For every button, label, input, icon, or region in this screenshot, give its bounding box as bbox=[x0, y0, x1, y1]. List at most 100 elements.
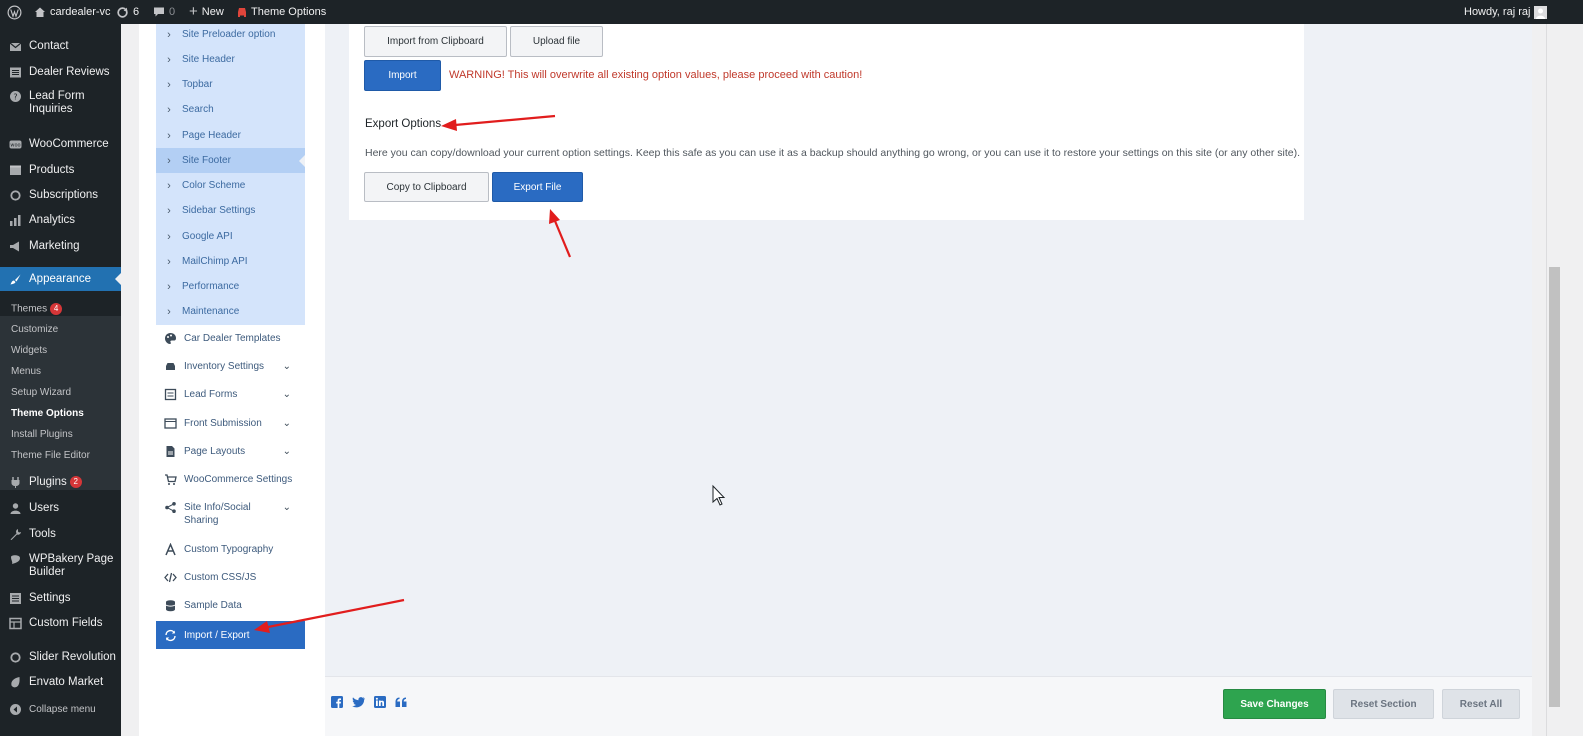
menu-contact[interactable]: Contact bbox=[0, 40, 121, 53]
facebook-icon[interactable] bbox=[331, 696, 343, 708]
plus-icon: + bbox=[189, 3, 198, 20]
nav-site-preloader-option[interactable]: › Site Preloader option bbox=[156, 22, 305, 47]
theme-options-link[interactable]: Theme Options bbox=[237, 0, 326, 24]
menu-marketing[interactable]: Marketing bbox=[0, 240, 121, 253]
sync-icon bbox=[165, 629, 176, 641]
linkedin-icon[interactable] bbox=[374, 696, 386, 708]
table-icon bbox=[9, 617, 22, 630]
nav-custom-typography[interactable]: Custom Typography bbox=[156, 543, 305, 556]
menu-subscriptions[interactable]: Subscriptions bbox=[0, 189, 121, 202]
nav-performance[interactable]: › Performance bbox=[156, 274, 305, 299]
site-name-link[interactable]: cardealer-vc bbox=[34, 0, 111, 24]
nav-lead-forms[interactable]: Lead Forms ⌄ bbox=[156, 388, 305, 401]
menu-woocommerce[interactable]: woo WooCommerce bbox=[0, 138, 121, 151]
menu-plugins[interactable]: Plugins 2 bbox=[0, 476, 121, 489]
appearance-submenu: Themes 4 Customize Widgets Menus Setup Wi… bbox=[0, 303, 121, 490]
updates-link[interactable]: 6 bbox=[116, 0, 139, 24]
menu-custom-fields[interactable]: Custom Fields bbox=[0, 617, 121, 630]
nav-sample-data[interactable]: Sample Data bbox=[156, 599, 305, 612]
chevron-down-icon: ⌄ bbox=[282, 502, 291, 513]
submenu-install-plugins[interactable]: Install Plugins bbox=[11, 429, 73, 441]
twitter-icon[interactable] bbox=[352, 696, 365, 708]
nav-search[interactable]: › Search bbox=[156, 97, 305, 122]
submenu-menus[interactable]: Menus bbox=[11, 366, 41, 378]
car-dealer-icon bbox=[238, 7, 246, 17]
new-content-link[interactable]: + New bbox=[189, 0, 224, 24]
reset-all-button[interactable]: Reset All bbox=[1442, 689, 1520, 719]
collapse-arrow-icon bbox=[10, 704, 21, 715]
chevron-right-icon: › bbox=[167, 179, 171, 192]
page-scrollbar[interactable] bbox=[1546, 24, 1566, 736]
submenu-themes[interactable]: Themes 4 bbox=[11, 303, 63, 316]
menu-dealer-reviews[interactable]: Dealer Reviews bbox=[0, 66, 121, 79]
woo-icon: woo bbox=[9, 140, 22, 149]
upload-file-button[interactable]: Upload file bbox=[510, 26, 603, 57]
themes-update-badge: 4 bbox=[50, 303, 63, 315]
collapse-menu-button[interactable]: Collapse menu bbox=[0, 703, 121, 716]
chevron-down-icon: ⌄ bbox=[282, 418, 291, 429]
menu-tools[interactable]: Tools bbox=[0, 528, 121, 541]
nav-google-api[interactable]: › Google API bbox=[156, 224, 305, 249]
nav-front-submission[interactable]: Front Submission ⌄ bbox=[156, 417, 305, 430]
chevron-right-icon: › bbox=[167, 78, 171, 91]
menu-settings[interactable]: Settings bbox=[0, 592, 121, 605]
wrench-icon bbox=[10, 529, 21, 540]
nav-car-dealer-templates[interactable]: Car Dealer Templates bbox=[156, 332, 305, 345]
plugins-update-badge: 2 bbox=[69, 476, 82, 488]
options-navigation: › Site Preloader option › Site Header › Top… bbox=[156, 24, 305, 654]
nav-page-layouts[interactable]: Page Layouts ⌄ bbox=[156, 445, 305, 458]
menu-products[interactable]: Products bbox=[0, 164, 121, 177]
comments-link[interactable]: 0 bbox=[153, 0, 175, 24]
submenu-widgets[interactable]: Widgets bbox=[11, 345, 47, 357]
submenu-theme-options[interactable]: Theme Options bbox=[11, 408, 84, 420]
home-icon bbox=[35, 7, 45, 17]
nav-inventory-settings[interactable]: Inventory Settings ⌄ bbox=[156, 360, 305, 373]
chevron-right-icon: › bbox=[167, 28, 171, 41]
refresh-icon bbox=[10, 190, 21, 201]
chevron-down-icon: ⌄ bbox=[282, 389, 291, 400]
menu-slider-revolution[interactable]: Slider Revolution bbox=[0, 651, 121, 664]
copy-to-clipboard-button[interactable]: Copy to Clipboard bbox=[364, 172, 489, 202]
nav-page-header[interactable]: › Page Header bbox=[156, 123, 305, 148]
import-button[interactable]: Import bbox=[364, 60, 441, 91]
nav-maintenance[interactable]: › Maintenance bbox=[156, 299, 305, 324]
plug-icon bbox=[11, 477, 20, 488]
chevron-right-icon: › bbox=[167, 103, 171, 116]
chevron-down-icon: ⌄ bbox=[282, 446, 291, 457]
export-file-button[interactable]: Export File bbox=[492, 172, 583, 202]
reset-section-button[interactable]: Reset Section bbox=[1333, 689, 1434, 719]
list-icon bbox=[10, 67, 21, 78]
menu-envato-market[interactable]: Envato Market bbox=[0, 676, 121, 689]
menu-wpbakery[interactable]: WPBakery Page Builder bbox=[0, 553, 121, 579]
chevron-right-icon: › bbox=[167, 305, 171, 318]
nav-site-header[interactable]: › Site Header bbox=[156, 47, 305, 72]
nav-custom-css-js[interactable]: Custom CSS/JS bbox=[156, 571, 305, 584]
nav-mailchimp-api[interactable]: › MailChimp API bbox=[156, 249, 305, 274]
menu-analytics[interactable]: Analytics bbox=[0, 214, 121, 227]
menu-appearance[interactable]: Appearance bbox=[0, 267, 121, 291]
scrollbar-thumb[interactable] bbox=[1549, 267, 1560, 707]
submenu-customize[interactable]: Customize bbox=[11, 324, 58, 336]
megaphone-icon bbox=[10, 241, 19, 252]
nav-woocommerce-settings[interactable]: WooCommerce Settings bbox=[156, 473, 305, 486]
social-links bbox=[331, 696, 407, 708]
submenu-setup-wizard[interactable]: Setup Wizard bbox=[11, 387, 71, 399]
my-account-link[interactable]: Howdy, raj raj bbox=[1464, 0, 1548, 24]
save-changes-button[interactable]: Save Changes bbox=[1223, 689, 1326, 719]
menu-lead-form-inquiries[interactable]: ? Lead Form Inquiries bbox=[0, 90, 121, 116]
wordpress-logo-icon[interactable] bbox=[7, 0, 22, 24]
submenu-theme-file-editor[interactable]: Theme File Editor bbox=[11, 450, 90, 462]
quote-icon[interactable] bbox=[395, 697, 407, 708]
avatar bbox=[1534, 5, 1548, 19]
question-icon: ? bbox=[10, 91, 21, 102]
nav-import-export[interactable]: Import / Export bbox=[156, 621, 305, 649]
theme-settings-subsections: › Site Preloader option › Site Header › Top… bbox=[156, 24, 305, 325]
nav-site-info-social-sharing[interactable]: Site Info/Social Sharing ⌄ bbox=[156, 501, 305, 527]
menu-users[interactable]: Users bbox=[0, 502, 121, 515]
nav-site-footer[interactable]: › Site Footer bbox=[156, 148, 305, 173]
nav-color-scheme[interactable]: › Color Scheme bbox=[156, 173, 305, 198]
nav-sidebar-settings[interactable]: › Sidebar Settings bbox=[156, 198, 305, 223]
nav-topbar[interactable]: › Topbar bbox=[156, 72, 305, 97]
import-from-clipboard-button[interactable]: Import from Clipboard bbox=[364, 26, 507, 57]
cart-icon bbox=[165, 474, 177, 485]
